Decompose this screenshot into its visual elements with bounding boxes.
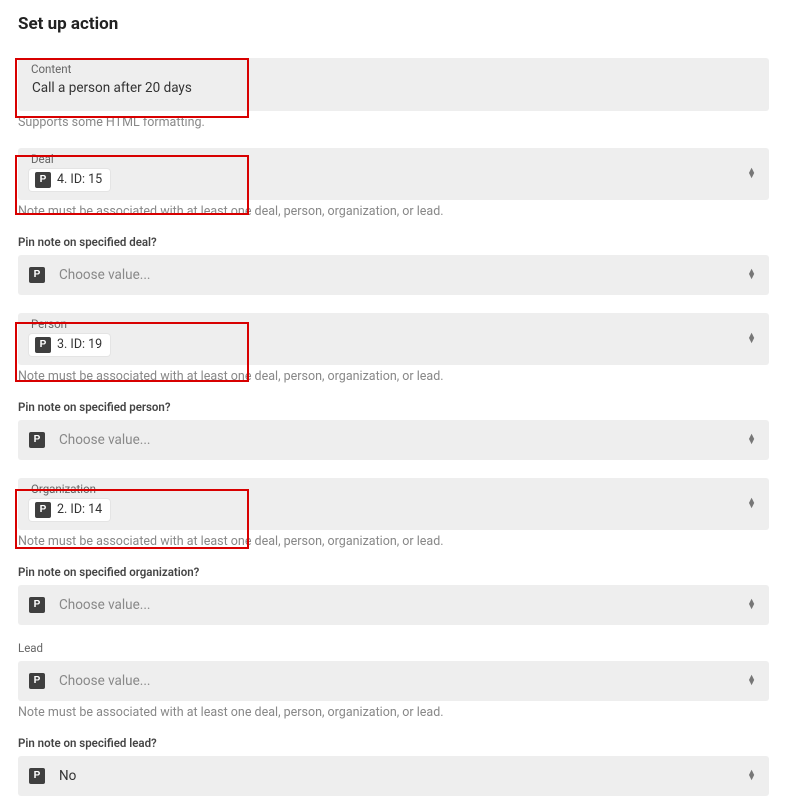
content-label: Content <box>31 62 71 76</box>
deal-input[interactable]: P 4. ID: 15 ▲▼ <box>18 148 769 200</box>
organization-label: Organization <box>31 482 96 496</box>
pin-deal-label: Pin note on specified deal? <box>18 235 769 249</box>
p-badge-icon: P <box>35 172 51 188</box>
chevron-updown-icon: ▲▼ <box>747 600 756 610</box>
lead-help: Note must be associated with at least on… <box>18 705 769 720</box>
pin-deal-select[interactable]: P Choose value... ▲▼ <box>18 255 769 295</box>
organization-field: Organization P 2. ID: 14 ▲▼ <box>18 478 769 530</box>
person-token[interactable]: P 3. ID: 19 <box>29 334 110 356</box>
lead-label: Lead <box>18 641 769 655</box>
organization-token-text: 2. ID: 14 <box>57 502 102 517</box>
deal-field: Deal P 4. ID: 15 ▲▼ <box>18 148 769 200</box>
pin-person-placeholder: Choose value... <box>59 432 150 448</box>
chevron-updown-icon: ▲▼ <box>747 435 756 445</box>
content-input[interactable]: Call a person after 20 days <box>18 58 769 111</box>
p-badge-icon: P <box>35 502 51 518</box>
chevron-updown-icon: ▲▼ <box>747 771 756 781</box>
chevron-updown-icon: ▲▼ <box>747 676 756 686</box>
pin-lead-select[interactable]: P No ▲▼ <box>18 756 769 796</box>
pin-deal-placeholder: Choose value... <box>59 267 150 283</box>
chevron-updown-icon: ▲▼ <box>747 169 756 179</box>
organization-help: Note must be associated with at least on… <box>18 534 769 549</box>
pin-person-select[interactable]: P Choose value... ▲▼ <box>18 420 769 460</box>
lead-select[interactable]: P Choose value... ▲▼ <box>18 661 769 701</box>
person-input[interactable]: P 3. ID: 19 ▲▼ <box>18 313 769 365</box>
p-badge-icon: P <box>29 673 45 689</box>
organization-token[interactable]: P 2. ID: 14 <box>29 499 110 521</box>
p-badge-icon: P <box>29 597 45 613</box>
p-badge-icon: P <box>29 768 45 784</box>
person-token-text: 3. ID: 19 <box>57 337 102 352</box>
pin-org-placeholder: Choose value... <box>59 597 150 613</box>
pin-org-select[interactable]: P Choose value... ▲▼ <box>18 585 769 625</box>
content-help: Supports some HTML formatting. <box>18 115 769 130</box>
chevron-updown-icon: ▲▼ <box>747 334 756 344</box>
pin-lead-label: Pin note on specified lead? <box>18 736 769 750</box>
organization-input[interactable]: P 2. ID: 14 ▲▼ <box>18 478 769 530</box>
chevron-updown-icon: ▲▼ <box>747 270 756 280</box>
pin-lead-value: No <box>59 768 768 784</box>
p-badge-icon: P <box>29 432 45 448</box>
p-badge-icon: P <box>35 337 51 353</box>
deal-help: Note must be associated with at least on… <box>18 204 769 219</box>
page-title: Set up action <box>18 14 769 34</box>
person-label: Person <box>31 317 67 331</box>
content-field: Content (required) Call a person after 2… <box>18 58 769 111</box>
deal-token-text: 4. ID: 15 <box>57 172 102 187</box>
p-badge-icon: P <box>29 267 45 283</box>
chevron-updown-icon: ▲▼ <box>747 499 756 509</box>
person-field: Person P 3. ID: 19 ▲▼ <box>18 313 769 365</box>
person-help: Note must be associated with at least on… <box>18 369 769 384</box>
lead-placeholder: Choose value... <box>59 673 150 689</box>
pin-org-label: Pin note on specified organization? <box>18 565 769 579</box>
content-value: Call a person after 20 days <box>19 79 232 98</box>
deal-label: Deal <box>31 152 54 166</box>
deal-token[interactable]: P 4. ID: 15 <box>29 169 110 191</box>
pin-person-label: Pin note on specified person? <box>18 400 769 414</box>
